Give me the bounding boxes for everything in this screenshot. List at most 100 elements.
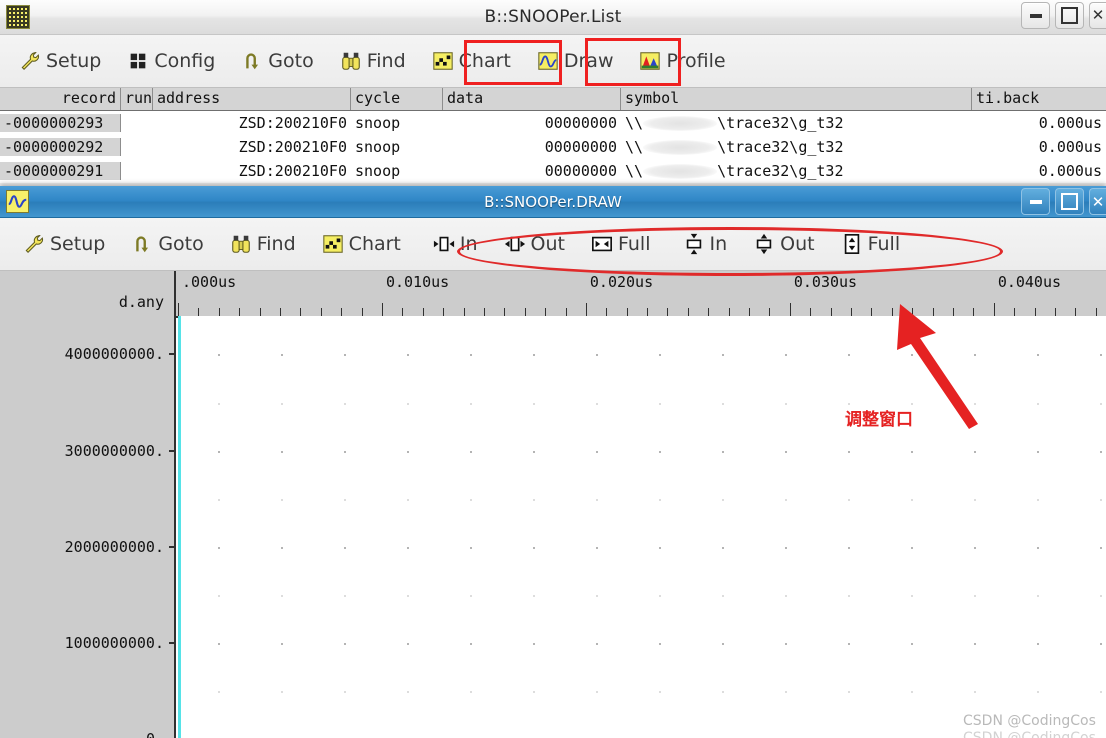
x-axis-tick (341, 308, 342, 316)
grid-dot (344, 451, 346, 453)
x-axis-tick (851, 308, 852, 316)
y-axis-tick (169, 353, 176, 356)
x-tick-label: 0.040us (997, 273, 1062, 291)
toolbar-label-chart: Chart (458, 50, 511, 72)
toolbar-button-draw[interactable]: Draw (528, 47, 623, 75)
column-header-cycle[interactable]: cycle (351, 88, 443, 110)
toolbar-label-setup: Setup (46, 50, 102, 72)
close-icon: ✕ (1091, 192, 1105, 211)
toolbar-button-find[interactable]: Find (221, 230, 305, 258)
grid-squares-icon (130, 53, 146, 69)
toolbar-button-zoom-vertical-in[interactable]: In (674, 230, 737, 258)
toolbar-button-zoom-horizontal-in[interactable]: In (424, 230, 487, 258)
toolbar-button-config[interactable]: Config (118, 47, 224, 75)
toolbar-button-zoom-horizontal-full[interactable]: Full (582, 230, 660, 258)
grid-dot (596, 499, 598, 501)
grid-dot (1037, 595, 1039, 597)
draw-titlebar[interactable]: B::SNOOPer.DRAW ✕ (0, 186, 1106, 218)
toolbar-button-goto[interactable]: Goto (232, 47, 322, 75)
profile-icon (640, 52, 661, 70)
column-header-record[interactable]: record (0, 88, 121, 110)
x-axis-tick (708, 308, 709, 316)
x-axis-tick (1035, 308, 1036, 316)
column-header-run[interactable]: run (121, 88, 153, 110)
grid-dot (596, 403, 598, 405)
grid-dot (1100, 499, 1102, 501)
toolbar-button-setup[interactable]: Setup (10, 47, 110, 75)
grid-dot (533, 451, 535, 453)
grid-dot (659, 547, 661, 549)
grid-dot (344, 403, 346, 405)
cursor-line[interactable] (178, 316, 181, 738)
column-header-address[interactable]: address (153, 88, 351, 110)
toolbar-button-zoom-horizontal-out[interactable]: Out (495, 230, 574, 258)
table-row[interactable]: -0000000292 ZSD:200210F0 snoop 00000000 … (0, 135, 1106, 159)
grid-dot (407, 403, 409, 405)
grid-dot (470, 403, 472, 405)
cell-cycle: snoop (355, 162, 401, 180)
toolbar-label-goto: Goto (158, 233, 204, 255)
grid-dot (533, 403, 535, 405)
cell-record: -0000000291 (0, 162, 121, 180)
toolbar-label-chart: Chart (348, 233, 401, 255)
zoom-horizontal-in-icon (433, 236, 454, 252)
x-axis-tick (321, 308, 322, 316)
grid-dot (848, 547, 850, 549)
grid-dot (848, 354, 850, 356)
toolbar-button-find[interactable]: Find (331, 47, 415, 75)
x-axis-tick (606, 308, 607, 316)
symbol-suffix: \trace32\g_t32 (717, 162, 844, 180)
x-axis-tick (198, 308, 199, 316)
x-axis-tick (362, 308, 363, 316)
binoculars-icon (231, 235, 250, 253)
y-axis-tick (169, 641, 176, 644)
column-header-tiback[interactable]: ti.back (972, 88, 1106, 110)
close-button[interactable]: ✕ (1089, 2, 1106, 29)
minimize-button[interactable] (1021, 2, 1050, 29)
x-axis-tick (219, 308, 220, 316)
plot-canvas[interactable] (178, 316, 1106, 738)
toolbar-button-zoom-vertical-full[interactable]: Full (832, 230, 910, 258)
column-header-data[interactable]: data (443, 88, 621, 110)
toolbar-button-goto[interactable]: Goto (122, 230, 212, 258)
toolbar-button-profile[interactable]: Profile (630, 47, 734, 75)
table-row[interactable]: -0000000293 ZSD:200210F0 snoop 00000000 … (0, 111, 1106, 135)
column-header-symbol[interactable]: symbol (621, 88, 972, 110)
table-row[interactable]: -0000000291 ZSD:200210F0 snoop 00000000 … (0, 159, 1106, 183)
symbol-suffix: \trace32\g_t32 (717, 138, 844, 156)
grid-dot (218, 451, 220, 453)
x-tick-label: 0.020us (589, 273, 654, 291)
grid-dot (218, 547, 220, 549)
y-tick-label: 0. (146, 730, 164, 738)
grid-dot (470, 499, 472, 501)
maximize-button[interactable] (1055, 2, 1084, 29)
x-axis-tick (831, 308, 832, 316)
grid-dot (911, 691, 913, 693)
grid-dot (407, 643, 409, 645)
maximize-button[interactable] (1055, 188, 1084, 215)
grid-dot (848, 595, 850, 597)
grid-dot (470, 691, 472, 693)
grid-dot (218, 643, 220, 645)
grid-dot (848, 499, 850, 501)
maximize-icon (1061, 193, 1078, 210)
toolbar-button-chart[interactable]: Chart (313, 230, 410, 258)
screen: B::SNOOPer.List ✕ Setup Config Goto Find… (0, 0, 1106, 738)
toolbar-button-zoom-vertical-out[interactable]: Out (744, 230, 823, 258)
toolbar-label-zoom-h-full: Full (618, 233, 651, 255)
grid-dot (911, 451, 913, 453)
cell-address: ZSD:200210F0 (238, 162, 347, 180)
grid-dot (1037, 403, 1039, 405)
minimize-button[interactable] (1021, 188, 1050, 215)
grid-dot (911, 547, 913, 549)
grid-dot (407, 499, 409, 501)
close-button[interactable]: ✕ (1089, 188, 1106, 215)
toolbar-button-setup[interactable]: Setup (14, 230, 114, 258)
toolbar-button-chart[interactable]: Chart (423, 47, 520, 75)
grid-dot (281, 643, 283, 645)
grid-dot (344, 595, 346, 597)
cell-record: -0000000292 (0, 138, 121, 156)
list-titlebar[interactable]: B::SNOOPer.List ✕ (0, 0, 1106, 35)
grid-dot (659, 499, 661, 501)
x-axis-tick (933, 308, 934, 316)
